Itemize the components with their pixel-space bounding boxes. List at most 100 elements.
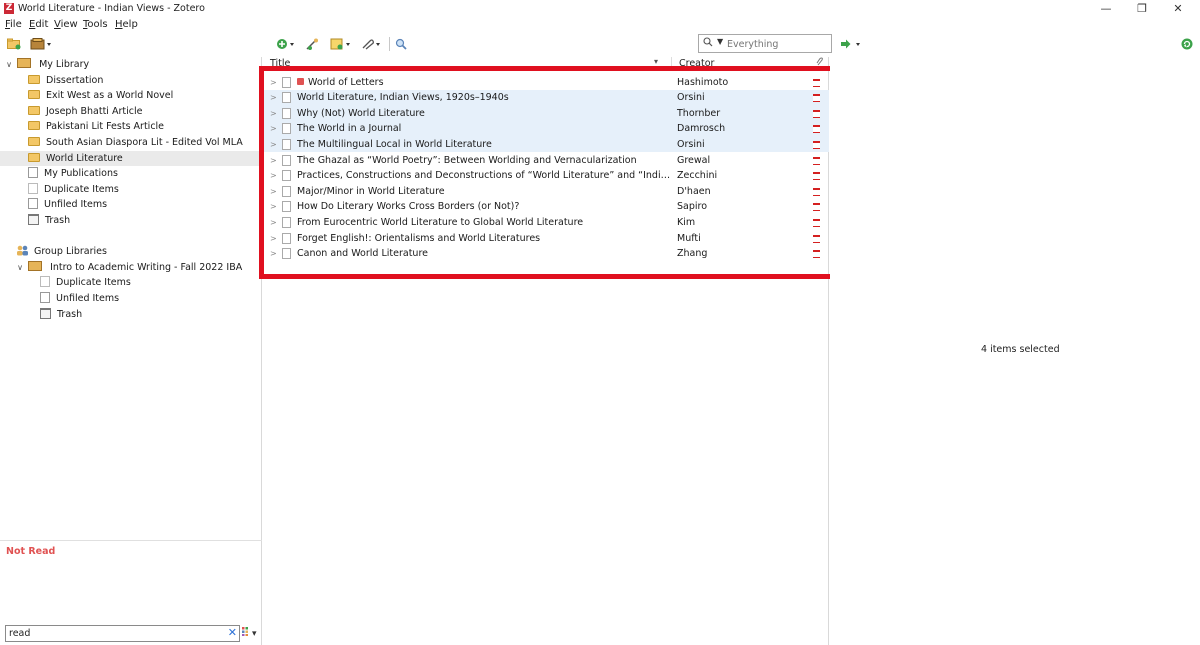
- green-arrow-icon[interactable]: [840, 38, 866, 52]
- item-title-text: Forget English!: Orientalisms and World …: [297, 232, 541, 244]
- journal-article-icon: [282, 201, 291, 213]
- item-row[interactable]: > The World in a Journal Damrosch: [263, 121, 829, 137]
- collection-item-duplicate-items[interactable]: Duplicate Items: [0, 182, 262, 198]
- group-item-trash[interactable]: Trash: [0, 307, 262, 323]
- collection-item-unfiled-items[interactable]: Unfiled Items: [0, 197, 262, 213]
- new-item-icon[interactable]: [276, 38, 298, 52]
- item-row[interactable]: > Why (Not) World Literature Thornber: [263, 105, 829, 122]
- tag-filter-input[interactable]: [9, 627, 224, 640]
- search-input[interactable]: [727, 37, 827, 51]
- magnifier-icon[interactable]: [395, 38, 409, 52]
- item-row[interactable]: > The Multilingual Local in World Literat…: [263, 136, 829, 153]
- item-title: The Multilingual Local in World Literatu…: [297, 137, 672, 153]
- pdf-attachment-icon[interactable]: [813, 156, 820, 165]
- menu-tools[interactable]: Tools: [83, 19, 108, 30]
- chevron-right-icon[interactable]: >: [270, 90, 277, 106]
- paperclip-icon[interactable]: [360, 38, 384, 52]
- journal-article-icon: [282, 138, 291, 150]
- journal-article-icon: [282, 107, 291, 119]
- chevron-right-icon[interactable]: >: [270, 215, 277, 231]
- group-item-unfiled-items[interactable]: Unfiled Items: [0, 291, 262, 307]
- collection-item-pakistani-lit-fests[interactable]: Pakistani Lit Fests Article: [0, 119, 262, 135]
- collection-item-world-literature[interactable]: World Literature: [0, 150, 262, 167]
- pdf-attachment-icon[interactable]: [813, 172, 820, 181]
- chevron-right-icon[interactable]: >: [270, 231, 277, 247]
- chevron-right-icon[interactable]: >: [270, 106, 277, 122]
- menu-view[interactable]: View: [54, 19, 78, 30]
- collection-item-south-asian-diaspora[interactable]: South Asian Diaspora Lit - Edited Vol ML…: [0, 135, 262, 151]
- item-row[interactable]: > World of Letters Hashimoto: [263, 75, 829, 91]
- search-mode-chevron-icon[interactable]: ▼: [717, 37, 723, 46]
- pdf-attachment-icon[interactable]: [813, 140, 820, 149]
- item-row[interactable]: > Canon and World Literature Zhang: [263, 246, 829, 262]
- sort-chevron-icon[interactable]: ▾: [654, 57, 658, 66]
- pdf-attachment-icon[interactable]: [813, 203, 820, 212]
- column-title[interactable]: Title: [270, 58, 290, 69]
- pdf-attachment-icon[interactable]: [813, 187, 820, 196]
- collection-item-joseph-bhatti[interactable]: Joseph Bhatti Article: [0, 104, 262, 120]
- search-box[interactable]: ▼: [698, 34, 832, 53]
- chevron-right-icon[interactable]: >: [270, 246, 277, 262]
- chevron-down-icon[interactable]: ∨: [15, 260, 25, 276]
- item-row[interactable]: > The Ghazal as “World Poetry”: Between W…: [263, 153, 829, 169]
- magic-wand-icon[interactable]: [305, 38, 321, 52]
- close-window-button[interactable]: ✕: [1168, 2, 1188, 16]
- journal-article-icon: [282, 232, 291, 244]
- pdf-attachment-icon[interactable]: [813, 125, 820, 134]
- chevron-right-icon[interactable]: >: [270, 168, 277, 184]
- new-collection-icon[interactable]: [7, 38, 21, 52]
- menu-edit[interactable]: Edit: [29, 19, 48, 30]
- collection-label: Duplicate Items: [56, 277, 131, 289]
- item-row[interactable]: > Major/Minor in World Literature D'haen: [263, 184, 829, 200]
- chevron-down-icon[interactable]: ∨: [4, 57, 14, 73]
- collection-item-dissertation[interactable]: Dissertation: [0, 73, 262, 89]
- item-row[interactable]: > From Eurocentric World Literature to Gl…: [263, 215, 829, 231]
- item-creator: Orsini: [677, 138, 705, 150]
- menu-help[interactable]: Help: [115, 19, 138, 30]
- collection-item-trash[interactable]: Trash: [0, 213, 262, 229]
- new-note-icon[interactable]: [330, 38, 354, 52]
- collection-item-my-publications[interactable]: My Publications: [0, 166, 262, 182]
- collection-item-exit-west[interactable]: Exit West as a World Novel: [0, 88, 262, 104]
- maximize-button[interactable]: ❐: [1132, 2, 1152, 16]
- sync-icon[interactable]: [1181, 38, 1193, 52]
- menu-file[interactable]: File: [5, 19, 22, 30]
- group-item-duplicate-items[interactable]: Duplicate Items: [0, 275, 262, 291]
- clear-filter-icon[interactable]: ✕: [228, 626, 237, 639]
- chevron-right-icon[interactable]: >: [270, 121, 277, 137]
- unfiled-icon: [40, 292, 50, 303]
- pdf-attachment-icon[interactable]: [813, 94, 820, 103]
- tag-actions-button[interactable]: ▾: [242, 627, 257, 639]
- paperclip-icon[interactable]: [816, 57, 824, 69]
- item-creator: Orsini: [677, 92, 705, 104]
- group-library-row[interactable]: ∨ Intro to Academic Writing - Fall 2022 …: [0, 260, 262, 276]
- item-title-text: The World in a Journal: [297, 123, 402, 135]
- pdf-attachment-icon[interactable]: [813, 234, 820, 243]
- tag-not-read[interactable]: Not Read: [6, 546, 55, 557]
- unfiled-icon: [28, 198, 38, 210]
- item-row[interactable]: > How Do Literary Works Cross Borders (or…: [263, 199, 829, 215]
- chevron-right-icon[interactable]: >: [270, 75, 277, 91]
- item-row[interactable]: > Forget English!: Orientalisms and World…: [263, 231, 829, 247]
- my-library-row[interactable]: ∨ My Library: [0, 57, 262, 73]
- item-row[interactable]: > Practices, Constructions and Deconstruc…: [263, 168, 829, 184]
- chevron-right-icon[interactable]: >: [270, 184, 277, 200]
- pdf-attachment-icon[interactable]: [813, 218, 820, 227]
- pdf-attachment-icon[interactable]: [813, 109, 820, 118]
- chevron-right-icon[interactable]: >: [270, 153, 277, 169]
- new-library-icon[interactable]: [30, 38, 54, 52]
- item-title: Major/Minor in World Literature: [297, 184, 672, 200]
- minimize-button[interactable]: —: [1096, 2, 1116, 16]
- chevron-right-icon[interactable]: >: [270, 137, 277, 153]
- search-icon[interactable]: [703, 37, 713, 50]
- pdf-attachment-icon[interactable]: [813, 78, 820, 87]
- pdf-attachment-icon[interactable]: [813, 250, 820, 259]
- item-row[interactable]: > World Literature, Indian Views, 1920s–1…: [263, 90, 829, 106]
- column-creator[interactable]: Creator: [679, 58, 714, 69]
- tag-filter-box[interactable]: ✕: [5, 625, 240, 642]
- chevron-right-icon[interactable]: >: [270, 199, 277, 215]
- trash-icon: [28, 214, 39, 225]
- journal-article-icon: [282, 76, 291, 88]
- journal-article-icon: [282, 123, 291, 135]
- journal-article-icon: [282, 154, 291, 166]
